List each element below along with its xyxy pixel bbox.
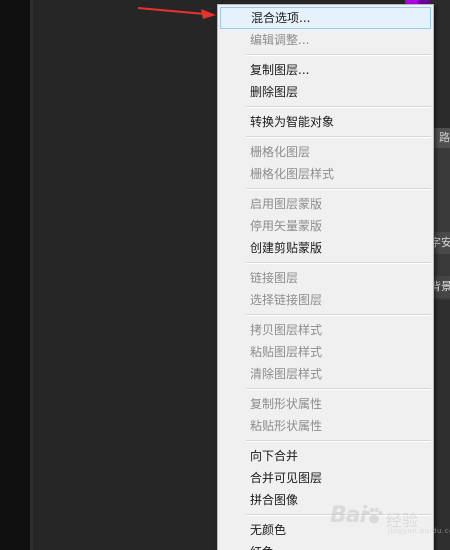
menu-separator: [218, 311, 433, 319]
menu-separator: [218, 133, 433, 141]
menu-item[interactable]: 创建剪贴蒙版: [218, 237, 433, 259]
menu-separator: [218, 51, 433, 59]
menu-item: 清除图层样式: [250, 367, 323, 381]
photoshop-workspace: 路 字安 背景 混合选项... 编辑调整... 复制图层... 删除图层 转换为智能对象…: [0, 0, 450, 550]
document-canvas-area[interactable]: [33, 0, 218, 550]
menu-item: 粘贴图层样式: [250, 345, 323, 359]
menu-item[interactable]: 删除图层: [218, 81, 433, 103]
menu-item: 栅格化图层样式: [250, 167, 335, 181]
menu-item[interactable]: 合并可见图层: [218, 467, 433, 489]
menu-item: 编辑调整...: [250, 33, 310, 47]
menu-separator: [218, 385, 433, 393]
menu-item: 链接图层: [250, 271, 299, 285]
menu-item[interactable]: 复制图层...: [218, 59, 433, 81]
menu-separator: [218, 185, 433, 193]
menu-item[interactable]: 红色: [218, 541, 433, 550]
menu-item[interactable]: 混合选项...: [220, 7, 431, 29]
menu-item: 复制形状属性: [250, 397, 323, 411]
menu-item[interactable]: 转换为智能对象: [218, 111, 433, 133]
menu-item[interactable]: 无颜色: [218, 519, 433, 541]
tools-panel: [0, 0, 30, 550]
menu-item: 粘贴形状属性: [250, 419, 323, 433]
menu-item: 启用图层蒙版: [250, 197, 323, 211]
menu-item: 栅格化图层: [250, 145, 311, 159]
menu-separator: [218, 511, 433, 519]
menu-separator: [218, 103, 433, 111]
menu-separator: [218, 259, 433, 267]
layer-context-menu: 混合选项... 编辑调整... 复制图层... 删除图层转换为智能对象栅格化图层栅格化…: [217, 4, 434, 550]
menu-item: 停用矢量蒙版: [250, 219, 323, 233]
menu-item[interactable]: 向下合并: [218, 445, 433, 467]
menu-item: 选择链接图层: [250, 293, 323, 307]
menu-separator: [218, 437, 433, 445]
menu-item[interactable]: 拼合图像: [218, 489, 433, 511]
menu-item: 拷贝图层样式: [250, 323, 323, 337]
red-arrow-annotation: [137, 7, 216, 19]
